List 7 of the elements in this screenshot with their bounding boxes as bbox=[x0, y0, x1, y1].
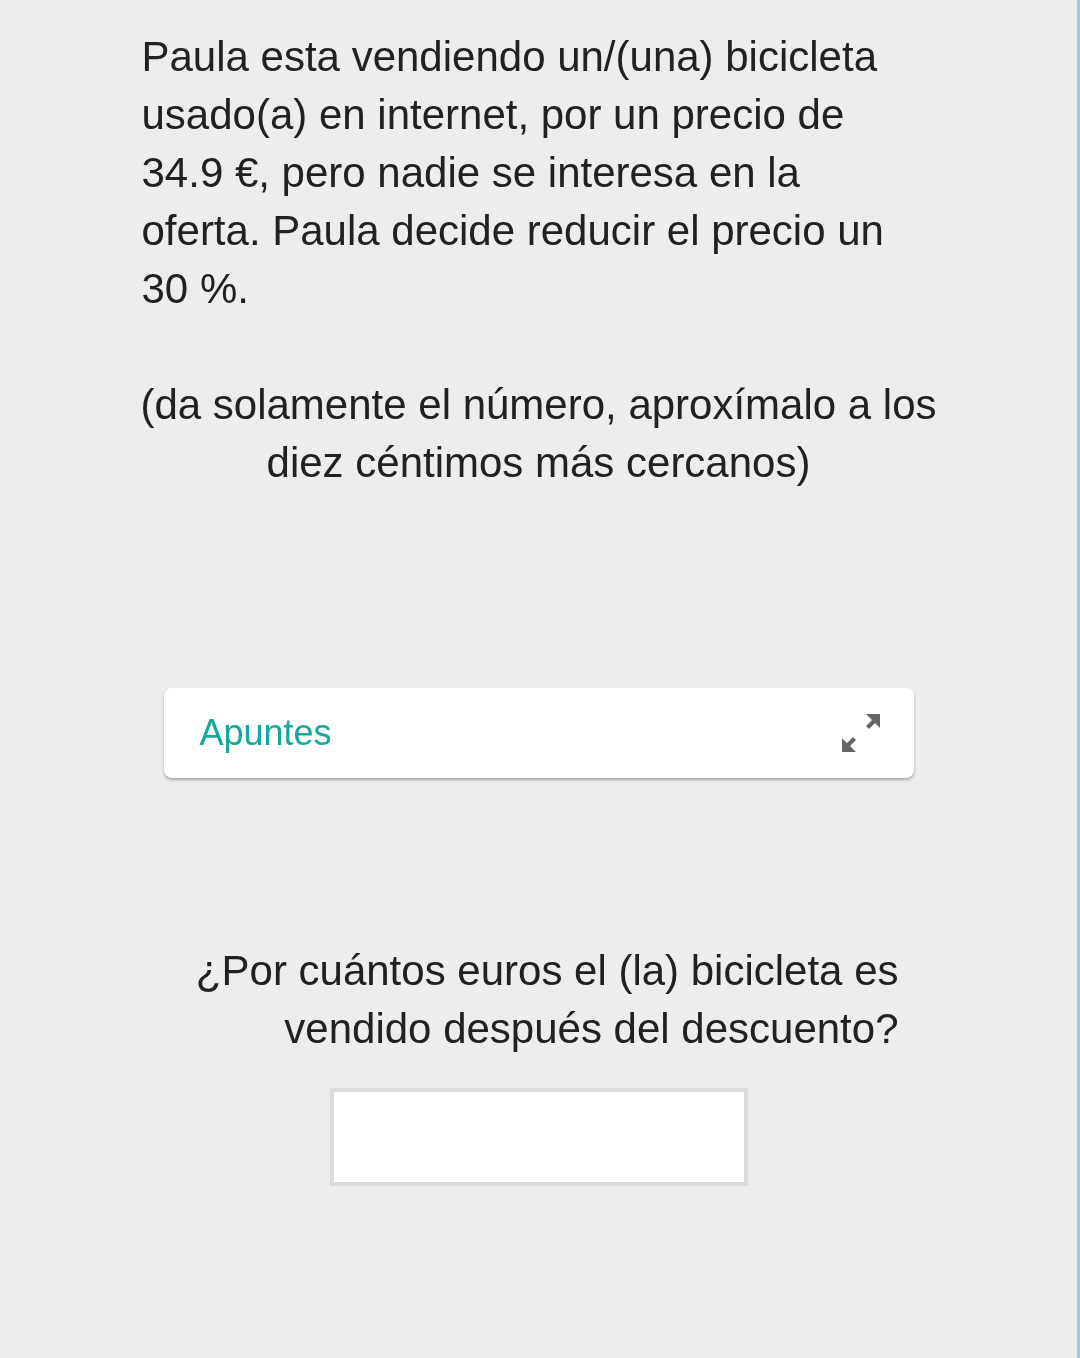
question-text: ¿Por cuántos euros el (la) bicicleta es vendido después del descuento? bbox=[194, 946, 899, 1054]
answer-field[interactable] bbox=[329, 1088, 748, 1186]
instruction-text: (da solamente el número, aproxímalo a los diez céntimos más cercanos) bbox=[139, 380, 938, 488]
notes-title: Apuntes bbox=[199, 712, 332, 754]
notes-panel[interactable]: Apuntes bbox=[163, 688, 914, 778]
problem-text: Paula esta vendiendo un/(una) bicicleta usado(a) en internet, por un precio de 34.9 €, pero nadie se interesa en la oferta. Paula decide reducir el precio un 30 %. bbox=[141, 32, 885, 314]
expand-icon[interactable] bbox=[839, 712, 882, 754]
